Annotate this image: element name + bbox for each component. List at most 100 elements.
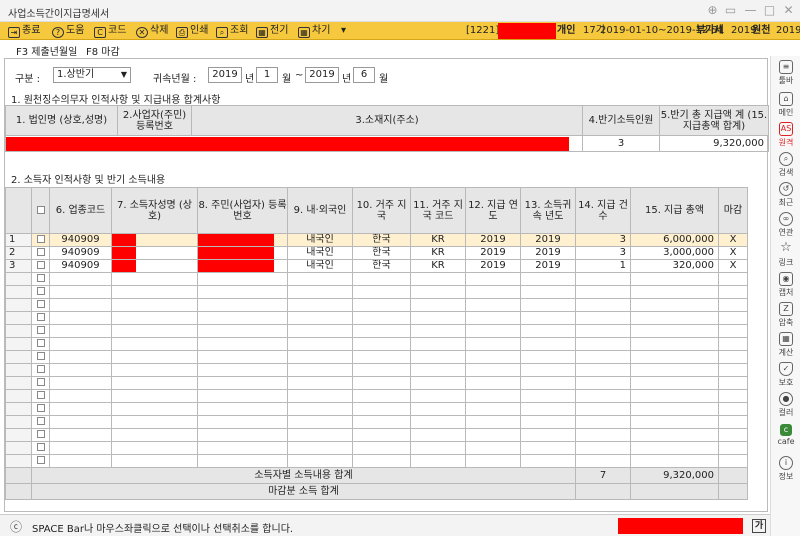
empty-cell[interactable] bbox=[718, 272, 748, 286]
row-checkbox-cell[interactable] bbox=[31, 246, 50, 260]
closed-flag[interactable]: X bbox=[718, 259, 748, 273]
row-checkbox[interactable] bbox=[36, 365, 45, 373]
sidebar-item-toolbar[interactable]: ≡ 툴바 bbox=[771, 60, 800, 86]
empty-cell[interactable] bbox=[49, 350, 112, 364]
empty-cell[interactable] bbox=[287, 402, 353, 416]
pay-count[interactable]: 1 bbox=[575, 259, 631, 273]
sidebar-item-search[interactable]: ⌕ 검색 bbox=[771, 152, 800, 178]
empty-table-row[interactable] bbox=[5, 298, 748, 312]
empty-cell[interactable] bbox=[49, 415, 112, 429]
country-code[interactable]: KR bbox=[410, 246, 466, 260]
folder-icon[interactable]: ▭ bbox=[724, 4, 737, 17]
pay-amount[interactable]: 6,000,000 bbox=[630, 233, 719, 247]
empty-cell[interactable] bbox=[465, 389, 521, 403]
empty-cell[interactable] bbox=[718, 298, 748, 312]
empty-cell[interactable] bbox=[410, 389, 466, 403]
row-checkbox[interactable] bbox=[36, 391, 45, 399]
empty-cell[interactable] bbox=[520, 376, 576, 390]
empty-cell[interactable] bbox=[111, 441, 198, 455]
empty-cell[interactable] bbox=[630, 298, 719, 312]
header-select-all[interactable] bbox=[31, 187, 50, 234]
income-year[interactable]: 2019 bbox=[520, 259, 576, 273]
empty-cell[interactable] bbox=[49, 441, 112, 455]
empty-cell[interactable] bbox=[718, 428, 748, 442]
empty-cell[interactable] bbox=[465, 324, 521, 338]
row-checkbox[interactable] bbox=[36, 404, 45, 412]
empty-cell[interactable] bbox=[630, 376, 719, 390]
country-code[interactable]: KR bbox=[410, 233, 466, 247]
empty-cell[interactable] bbox=[575, 272, 631, 286]
empty-cell[interactable] bbox=[575, 363, 631, 377]
recipient-reg-no[interactable] bbox=[197, 246, 288, 260]
income-year[interactable]: 2019 bbox=[520, 233, 576, 247]
sidebar-item-capture[interactable]: ◉ 캡처 bbox=[771, 272, 800, 298]
pay-count[interactable]: 3 bbox=[575, 233, 631, 247]
sidebar-item-compress[interactable]: Z 압축 bbox=[771, 302, 800, 328]
empty-cell[interactable] bbox=[718, 363, 748, 377]
table-row[interactable]: 1 940909 내국인 한국 KR 2019 2019 3 6,000,000… bbox=[5, 233, 748, 247]
empty-cell[interactable] bbox=[287, 337, 353, 351]
empty-cell[interactable] bbox=[575, 415, 631, 429]
empty-cell[interactable] bbox=[718, 441, 748, 455]
row-checkbox[interactable] bbox=[36, 378, 45, 386]
empty-cell[interactable] bbox=[197, 272, 288, 286]
pay-amount[interactable]: 3,000,000 bbox=[630, 246, 719, 260]
row-checkbox[interactable] bbox=[36, 417, 45, 425]
pay-amount[interactable]: 320,000 bbox=[630, 259, 719, 273]
row-checkbox-cell[interactable] bbox=[31, 324, 50, 338]
empty-cell[interactable] bbox=[465, 454, 521, 468]
sidebar-item-main[interactable]: ⌂ 메인 bbox=[771, 92, 800, 118]
empty-cell[interactable] bbox=[575, 337, 631, 351]
empty-cell[interactable] bbox=[410, 415, 466, 429]
row-checkbox-cell[interactable] bbox=[31, 402, 50, 416]
empty-cell[interactable] bbox=[287, 324, 353, 338]
row-checkbox-cell[interactable] bbox=[31, 259, 50, 273]
empty-table-row[interactable] bbox=[5, 389, 748, 403]
row-checkbox[interactable] bbox=[36, 339, 45, 347]
empty-cell[interactable] bbox=[49, 428, 112, 442]
empty-cell[interactable] bbox=[287, 363, 353, 377]
empty-cell[interactable] bbox=[197, 337, 288, 351]
income-year[interactable]: 2019 bbox=[520, 246, 576, 260]
empty-cell[interactable] bbox=[630, 350, 719, 364]
empty-cell[interactable] bbox=[287, 428, 353, 442]
residence-country[interactable]: 한국 bbox=[352, 246, 411, 260]
row-checkbox[interactable] bbox=[36, 313, 45, 321]
empty-cell[interactable] bbox=[520, 389, 576, 403]
empty-cell[interactable] bbox=[520, 454, 576, 468]
empty-cell[interactable] bbox=[287, 441, 353, 455]
empty-table-row[interactable] bbox=[5, 454, 748, 468]
empty-cell[interactable] bbox=[520, 350, 576, 364]
empty-cell[interactable] bbox=[49, 376, 112, 390]
empty-cell[interactable] bbox=[287, 311, 353, 325]
empty-cell[interactable] bbox=[197, 324, 288, 338]
recipient-name[interactable] bbox=[111, 259, 198, 273]
empty-cell[interactable] bbox=[287, 285, 353, 299]
empty-cell[interactable] bbox=[197, 376, 288, 390]
empty-cell[interactable] bbox=[465, 428, 521, 442]
row-checkbox[interactable] bbox=[36, 352, 45, 360]
recipient-name[interactable] bbox=[111, 246, 198, 260]
empty-cell[interactable] bbox=[49, 363, 112, 377]
more-dropdown[interactable]: ▾ bbox=[341, 23, 346, 39]
empty-cell[interactable] bbox=[287, 454, 353, 468]
sidebar-item-link[interactable]: ☆ 링크 bbox=[771, 241, 800, 268]
empty-cell[interactable] bbox=[352, 311, 411, 325]
empty-cell[interactable] bbox=[575, 389, 631, 403]
empty-cell[interactable] bbox=[520, 311, 576, 325]
help-button[interactable]: ? 도움 bbox=[52, 23, 84, 39]
empty-cell[interactable] bbox=[352, 324, 411, 338]
closed-flag[interactable]: X bbox=[718, 246, 748, 260]
empty-table-row[interactable] bbox=[5, 376, 748, 390]
print-button[interactable]: ⎙ 인쇄 bbox=[176, 23, 208, 39]
industry-code[interactable]: 940909 bbox=[49, 233, 112, 247]
empty-cell[interactable] bbox=[111, 285, 198, 299]
empty-cell[interactable] bbox=[49, 311, 112, 325]
empty-cell[interactable] bbox=[465, 311, 521, 325]
row-checkbox[interactable] bbox=[36, 235, 45, 243]
empty-cell[interactable] bbox=[410, 272, 466, 286]
domestic-foreign[interactable]: 내국인 bbox=[287, 259, 353, 273]
empty-cell[interactable] bbox=[465, 376, 521, 390]
empty-cell[interactable] bbox=[575, 376, 631, 390]
empty-cell[interactable] bbox=[410, 324, 466, 338]
